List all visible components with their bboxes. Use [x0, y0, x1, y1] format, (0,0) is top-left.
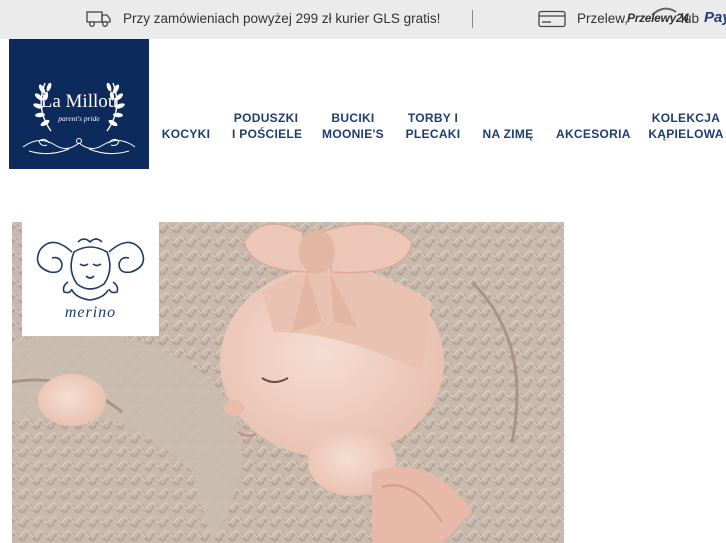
nav-item-na-zime[interactable]: NA ZIMĘ — [480, 126, 536, 142]
merino-label: merino — [64, 304, 117, 321]
divider — [472, 10, 473, 28]
nav-item-label: KOLEKCJA — [651, 111, 721, 125]
nav-item-label: BUCIKI — [331, 111, 375, 125]
nav-item-label-line2: PLECAKI — [405, 127, 461, 141]
nav-item-label-line2: MOONIE'S — [322, 127, 384, 141]
nav-item-label-line2: I POŚCIELE — [232, 127, 303, 141]
nav-item-label: TORBY I — [407, 111, 459, 125]
nav-item-buciki[interactable]: BUCIKI MOONIE'S — [320, 110, 386, 142]
nav-item-poduszki[interactable]: PODUSZKI I POŚCIELE — [232, 110, 303, 142]
nav-item-label-line2: KĄPIELOWA — [648, 127, 724, 141]
logo-brand-name: La Millou — [40, 91, 118, 112]
nav-item-torby[interactable]: TORBY I PLECAKI — [405, 110, 461, 142]
nav-item-label: NA ZIMĘ — [482, 127, 534, 141]
top-info-bar: Przy zamówieniach powyżej 299 zł kurier … — [0, 0, 726, 39]
credit-card-icon — [538, 10, 566, 28]
przelewy24-logo: Przelewy24 — [627, 11, 689, 25]
or-text: lub — [681, 11, 700, 26]
nav-item-label: PODUSZKI — [233, 111, 299, 125]
nav-item-label: KOCYKI — [161, 127, 211, 141]
payment-info-text: Przelew, — [577, 11, 629, 26]
merino-badge: merino — [22, 222, 159, 336]
nav-item-kocyki[interactable]: KOCYKI — [161, 126, 211, 142]
paypal-logo: Pay — [704, 9, 726, 26]
nav-item-kolekcja-kapielowa[interactable]: KOLEKCJA KĄPIELOWA — [648, 110, 724, 142]
shipping-info-text: Przy zamówieniach powyżej 299 zł kurier … — [123, 11, 441, 26]
site-logo[interactable]: La Millou parent's pride — [9, 39, 149, 169]
truck-icon — [86, 11, 111, 27]
logo-tagline: parent's pride — [58, 114, 100, 123]
nav-item-label: AKCESORIA — [556, 127, 631, 141]
nav-item-akcesoria[interactable]: AKCESORIA — [556, 126, 631, 142]
